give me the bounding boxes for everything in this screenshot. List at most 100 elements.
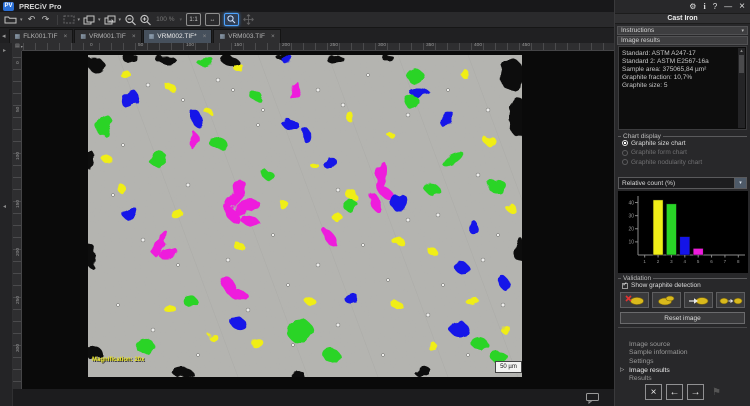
show-detection-label: Show graphite detection — [631, 282, 701, 289]
collapse-arrow-icon[interactable]: ▾ — [741, 28, 744, 34]
ruler-tick-label: 150 — [234, 43, 242, 48]
result-line: Standard: ASTM A247-17 — [622, 50, 736, 58]
instructions-section-header[interactable]: Instructions ▾ — [617, 26, 748, 35]
show-detection-checkbox[interactable]: ✓ Show graphite detection — [622, 282, 747, 289]
zoom-tool-button[interactable] — [224, 13, 239, 26]
tab-close-icon[interactable]: × — [203, 33, 207, 40]
left-panel-strip[interactable]: ▸ ◂ — [0, 43, 13, 406]
chart-display-legend: Chart display — [621, 133, 663, 140]
graphite-size-chart: 1020304012345678 — [618, 191, 747, 273]
tab-close-icon[interactable]: × — [64, 33, 68, 40]
workflow-step-results[interactable]: Results — [629, 374, 748, 383]
tab-vrm003-tif[interactable]: ▦VRM003.TIF× — [213, 29, 280, 43]
workflow-step-settings[interactable]: Settings — [629, 357, 748, 366]
tab-flk001-tif[interactable]: ▦FLK001.TIF× — [9, 29, 74, 43]
ruler-tick-label: 100 — [16, 152, 21, 160]
workflow-step-sample-information[interactable]: Sample information — [629, 349, 748, 358]
checkbox-check-icon[interactable]: ✓ — [622, 283, 628, 289]
tab-close-icon[interactable]: × — [271, 33, 275, 40]
results-text-area[interactable]: ▴ Standard: ASTM A247-17Standard 2: ASTM… — [618, 46, 747, 130]
radio-graphite-form-chart: Graphite form chart — [622, 149, 747, 156]
panel-expand-icon[interactable]: ▸ — [3, 47, 6, 54]
previous-step-button[interactable]: ← — [666, 384, 683, 400]
open-image-button[interactable] — [4, 13, 17, 26]
step-label: Image results — [629, 367, 670, 374]
scroll-up-icon[interactable]: ▴ — [740, 48, 743, 54]
undo-button[interactable]: ↶ — [26, 13, 38, 26]
minimize-icon[interactable]: — — [724, 3, 732, 11]
ruler-tick-label: 200 — [282, 43, 290, 48]
main-toolbar: ▾ ↶ ↷ ▾ ▾ ▾ 100 % ▾ 1:1 ↔ — [0, 12, 614, 28]
close-icon[interactable]: × — [739, 2, 745, 12]
toolbar-separator — [57, 15, 58, 25]
dropdown-arrow-icon[interactable]: ▾ — [734, 178, 746, 188]
ruler-tick-label: 450 — [522, 43, 530, 48]
ruler-tick-label: 300 — [378, 43, 386, 48]
reset-image-button[interactable]: Reset image — [620, 312, 745, 324]
fit-to-window-button[interactable]: ↔ — [205, 13, 220, 26]
finish-flag-button[interactable]: ⚑ — [708, 384, 725, 400]
annotation-icon[interactable] — [585, 392, 600, 404]
panel-handle-icon[interactable]: ◂ — [3, 203, 6, 210]
chevron-down-icon[interactable]: ▾ — [78, 17, 81, 23]
tab-scroll-left-icon[interactable]: ◂ — [2, 32, 6, 40]
tab-vrm002-tif-[interactable]: ▦VRM002.TIF*× — [143, 29, 213, 43]
result-line: Graphite fraction: 10,7% — [622, 74, 736, 82]
layer-tool-button[interactable] — [104, 13, 116, 26]
next-step-button[interactable]: → — [687, 384, 704, 400]
workflow-step-image-results[interactable]: ▷Image results — [629, 366, 748, 375]
app-logo-icon: PV — [3, 2, 14, 11]
scrollbar-thumb[interactable] — [739, 55, 744, 73]
pan-tool-button[interactable] — [242, 13, 254, 26]
step-label: Sample information — [629, 349, 688, 356]
ruler-tick-label: 300 — [16, 344, 21, 352]
viewer-canvas[interactable]: Magnification: 20x 50 µm — [22, 51, 614, 389]
settings-gear-icon[interactable]: ⚙ — [689, 3, 696, 11]
zoom-in-button[interactable] — [139, 13, 152, 26]
cancel-button[interactable]: × — [645, 384, 662, 400]
workflow-step-list: Image sourceSample informationSettings▷I… — [629, 340, 748, 383]
help-icon[interactable]: ? — [713, 3, 717, 11]
radio-label: Graphite form chart — [631, 149, 687, 156]
solution-title: Cast Iron — [615, 13, 750, 24]
chevron-down-icon[interactable]: ▾ — [180, 17, 183, 23]
tab-vrm001-tif[interactable]: ▦VRM001.TIF× — [74, 29, 141, 43]
zoom-in-icon — [139, 14, 152, 26]
merge-graphite-button[interactable] — [716, 292, 745, 308]
info-icon[interactable]: i — [703, 3, 705, 11]
radio-graphite-nodularity-chart: Graphite nodularity chart — [622, 159, 747, 166]
actual-size-button[interactable]: 1:1 — [186, 13, 201, 26]
radio-dot-icon — [622, 150, 628, 156]
workflow-step-image-source[interactable]: Image source — [629, 340, 748, 349]
select-tool-button[interactable] — [63, 13, 75, 26]
svg-text:40: 40 — [628, 200, 634, 206]
image-results-section-header[interactable]: Image results — [617, 36, 748, 45]
radio-dot-icon[interactable] — [622, 140, 628, 146]
chevron-down-icon[interactable]: ▾ — [20, 17, 23, 23]
image-viewer: ▤▾ 050100150200250300350400450 050100150… — [13, 43, 614, 406]
chevron-down-icon[interactable]: ▾ — [98, 17, 101, 23]
copy-tool-button[interactable] — [83, 13, 95, 26]
redo-button[interactable]: ↷ — [40, 13, 52, 26]
tab-close-icon[interactable]: × — [132, 33, 136, 40]
current-step-icon: ▷ — [620, 367, 624, 373]
zoom-out-button[interactable] — [124, 13, 137, 26]
ruler-tick-label: 0 — [90, 43, 93, 48]
ruler-tick-label: 400 — [474, 43, 482, 48]
reclassify-graphite-button[interactable] — [684, 292, 713, 308]
draw-graphite-button[interactable] — [652, 292, 681, 308]
chevron-down-icon[interactable]: ▾ — [119, 17, 122, 23]
radio-graphite-size-chart[interactable]: Graphite size chart — [622, 140, 747, 147]
ruler-options-button[interactable]: ▤▾ — [15, 43, 23, 49]
svg-text:30: 30 — [628, 213, 634, 219]
micrograph-image[interactable] — [88, 55, 522, 377]
delete-graphite-button[interactable] — [620, 292, 649, 308]
results-scrollbar[interactable]: ▴ — [738, 48, 745, 128]
instructions-label: Instructions — [621, 27, 654, 34]
zoom-level-select[interactable]: 100 % — [156, 16, 174, 23]
tabs-container: ▦FLK001.TIF×▦VRM001.TIF×▦VRM002.TIF*×▦VR… — [9, 29, 282, 43]
chart-metric-dropdown[interactable]: Relative count (%) ▾ — [618, 177, 747, 189]
ruler-tick-label: 50 — [138, 43, 143, 48]
ruler-tick-label: 350 — [426, 43, 434, 48]
ruler-tick-label: 50 — [16, 104, 21, 112]
